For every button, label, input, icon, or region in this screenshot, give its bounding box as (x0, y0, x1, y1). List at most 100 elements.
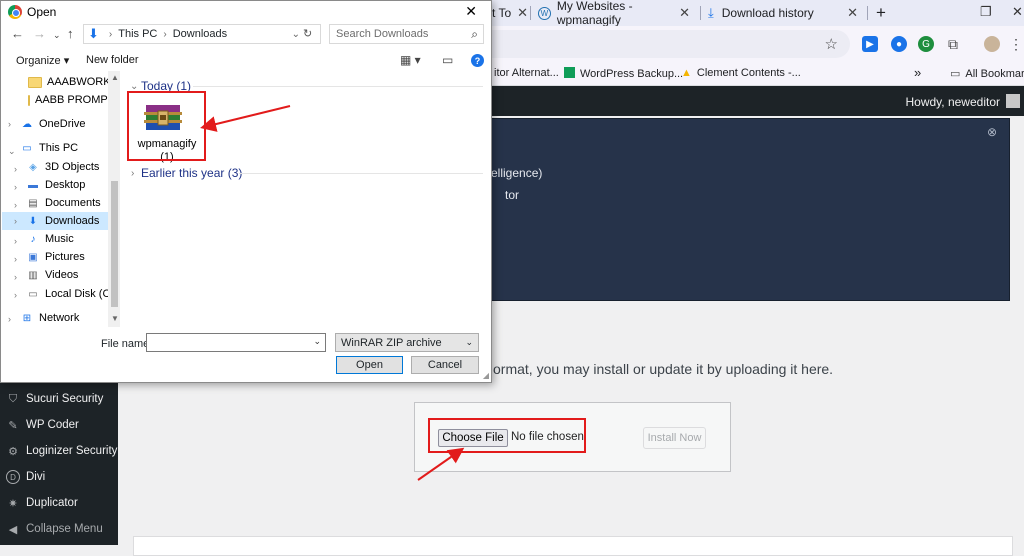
puzzle-icon[interactable]: ⧉ (945, 36, 961, 52)
browser-tab-my-websites[interactable]: W My Websites - wpmanagify ✕ (538, 0, 698, 27)
menu-label: Divi (26, 471, 46, 483)
chevron-down-icon[interactable]: ⌄ (313, 336, 321, 347)
music-icon: ♪ (30, 233, 36, 245)
cancel-button[interactable]: Cancel (411, 356, 479, 374)
resize-grip-icon[interactable]: ◢ (483, 371, 489, 380)
tree-item-videos[interactable]: ▥ Videos (26, 266, 78, 284)
video-icon[interactable]: ▶ (862, 36, 878, 52)
avatar[interactable] (1006, 94, 1020, 108)
scrollbar-thumb[interactable] (111, 181, 118, 307)
tree-item-network[interactable]: ⊞ Network (20, 309, 80, 327)
grammarly-icon[interactable]: G (918, 36, 934, 52)
close-icon[interactable]: ✕ (847, 5, 858, 21)
close-icon[interactable]: ✕ (517, 5, 528, 21)
picture-icon: ▣ (28, 251, 38, 263)
menu-item-divi[interactable]: D Divi (0, 464, 118, 490)
cube-icon: ◈ (29, 161, 37, 173)
file-type-select[interactable]: WinRAR ZIP archive ⌄ (335, 333, 479, 352)
open-button[interactable]: Open (336, 356, 403, 374)
sheets-icon (564, 67, 575, 78)
chevron-down-icon: ⌄ (465, 337, 473, 347)
notice-text: elligence) (491, 166, 543, 180)
browser-tab-download-history[interactable]: ⤓ Download history ✕ (708, 2, 866, 24)
recent-chevron-icon[interactable]: ⌄ (53, 30, 61, 41)
breadcrumb-this-pc[interactable]: This PC (118, 28, 157, 40)
menu-label: Sucuri Security (26, 393, 104, 405)
annotation-box-choose-file (428, 418, 586, 453)
menu-icon[interactable]: ⋮ (1008, 36, 1024, 52)
extension-blue-icon[interactable]: ● (891, 36, 907, 52)
tree-item[interactable]: AABB PROMPT E (28, 91, 110, 109)
howdy-user[interactable]: Howdy, neweditor (906, 95, 1001, 109)
tree-item-downloads[interactable]: › ⬇ Downloads (2, 212, 108, 230)
browser-tab-partial[interactable]: t To ✕ (492, 2, 532, 24)
organize-button[interactable]: Organize ▾ (16, 54, 69, 67)
tree-item-documents[interactable]: ▤ Documents (26, 194, 100, 212)
new-tab-button[interactable]: + (876, 2, 886, 24)
bookmark-item[interactable]: ▲ Clement Contents -... (681, 67, 801, 79)
tree-item-onedrive[interactable]: ☁ OneDrive (20, 115, 85, 133)
network-icon: ⊞ (22, 312, 32, 324)
close-icon[interactable]: ✕ (465, 3, 477, 20)
duplicator-icon: ✷ (8, 497, 18, 510)
up-arrow-icon[interactable]: ↑ (67, 26, 74, 41)
menu-item-wp-coder[interactable]: ✎ WP Coder (0, 412, 118, 438)
star-icon[interactable]: ☆ (825, 35, 838, 53)
close-icon[interactable]: ✕ (679, 5, 690, 21)
close-window-icon[interactable]: ✕ (1012, 4, 1023, 20)
drive-icon: ▲ (681, 67, 692, 79)
bookmarks-overflow-button[interactable]: » (914, 65, 921, 80)
download-icon: ⬇ (88, 26, 99, 41)
refresh-icon[interactable]: ↻ (303, 27, 312, 40)
menu-item-duplicator[interactable]: ✷ Duplicator (0, 490, 118, 516)
bookmark-item[interactable]: WordPress Backup... (564, 67, 683, 80)
tree-item-desktop[interactable]: ▬ Desktop (26, 176, 85, 194)
help-icon[interactable]: ? (471, 54, 484, 67)
bottom-panel (133, 536, 1013, 556)
tree-item-3d-objects[interactable]: ◈ 3D Objects (26, 158, 99, 176)
install-now-button[interactable]: Install Now (643, 427, 706, 449)
menu-label: Duplicator (26, 497, 78, 509)
search-icon: ⌕ (471, 27, 478, 41)
menu-item-sucuri[interactable]: ⛉ Sucuri Security (0, 386, 118, 412)
annotation-box-file (127, 91, 206, 161)
group-header-earlier[interactable]: Earlier this year (3) (141, 166, 242, 180)
collapse-menu[interactable]: ◀ Collapse Menu (0, 516, 118, 542)
divi-icon: D (6, 470, 20, 484)
collapse-icon: ◀ (8, 523, 18, 536)
back-arrow-icon[interactable]: ← (11, 26, 24, 41)
preview-pane-icon[interactable]: ▭ (442, 53, 453, 67)
tree-item-pictures[interactable]: ▣ Pictures (26, 248, 84, 266)
search-input[interactable]: Search Downloads ⌕ (329, 24, 484, 44)
computer-icon: ▭ (22, 142, 32, 154)
address-breadcrumb[interactable]: ⬇ › This PC › Downloads ⌄ (83, 24, 321, 44)
bookmark-item[interactable]: itor Alternat... (494, 67, 559, 79)
document-icon: ▤ (28, 197, 38, 209)
new-folder-button[interactable]: New folder (86, 54, 139, 66)
view-options-icon[interactable]: ▦ ▾ (400, 53, 421, 67)
desktop-icon: ▬ (28, 179, 38, 191)
command-bar: Organize ▾ New folder ▦ ▾ ▭ ? (2, 49, 490, 71)
menu-item-loginizer[interactable]: ⚙ Loginizer Security (0, 438, 118, 464)
file-name-label: File name: (101, 338, 153, 350)
tree-item-music[interactable]: ♪ Music (26, 230, 74, 248)
forward-arrow-icon[interactable]: → (33, 26, 46, 41)
tree-item[interactable]: AAABWORK2 (28, 73, 117, 91)
breadcrumb-downloads[interactable]: Downloads (173, 28, 227, 40)
address-bar[interactable]: ☆ (490, 30, 850, 58)
menu-label: Collapse Menu (26, 523, 103, 535)
video-icon: ▥ (28, 269, 38, 281)
notice-text: tor (505, 188, 520, 202)
tree-item-local-disk[interactable]: ▭ Local Disk (C:) (26, 285, 117, 303)
download-icon: ⤓ (708, 5, 714, 20)
dismiss-icon[interactable]: ⊗ (987, 125, 997, 139)
all-bookmarks[interactable]: ▭All Bookmarks (950, 67, 1024, 80)
tab-label: Download history (721, 6, 814, 20)
restore-icon[interactable]: ❐ (980, 4, 992, 20)
scroll-up-icon[interactable]: ▲ (111, 73, 119, 82)
folder-icon: ▭ (950, 68, 961, 80)
profile-icon[interactable] (984, 36, 1000, 52)
scroll-down-icon[interactable]: ▼ (111, 314, 119, 323)
file-name-input[interactable]: ⌄ (146, 333, 326, 352)
tree-item-this-pc[interactable]: ▭ This PC (20, 139, 78, 157)
